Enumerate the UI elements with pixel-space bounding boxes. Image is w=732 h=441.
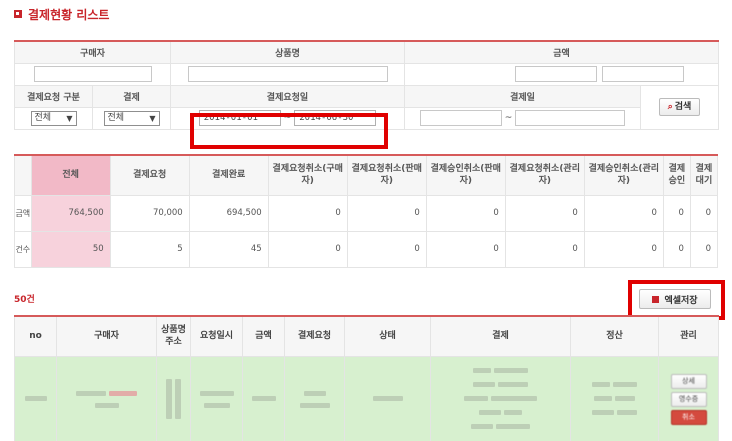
cancel-button[interactable]: 취소 xyxy=(670,409,707,425)
stats-cell: 70,000 xyxy=(109,194,190,232)
stats-cell: 0 xyxy=(425,194,506,232)
stats-header: 결제요청취소(관리자) xyxy=(504,154,585,196)
title-bullet-icon xyxy=(14,10,22,18)
detail-button[interactable]: 상세 xyxy=(670,373,707,389)
receipt-button[interactable]: 영수증 xyxy=(670,391,707,407)
blurred-buyer xyxy=(56,355,157,441)
stats-cell: 5 xyxy=(109,230,190,268)
stats-cell: 0 xyxy=(504,194,585,232)
stats-cell: 0 xyxy=(346,194,427,232)
stats-header: 결제승인취소(판매자) xyxy=(425,154,506,196)
stats-header: 결제완료 xyxy=(188,154,269,196)
stats-cell: 45 xyxy=(188,230,269,268)
stats-header: 전체 xyxy=(30,154,111,196)
blurred-payment xyxy=(430,355,571,441)
stats-table: 전체 결제요청 결제완료 결제요청취소(구매자) 결제요청취소(판매자) 결제승… xyxy=(14,154,719,268)
list-header-status: 상태 xyxy=(344,315,431,357)
list-header-manage: 관리 xyxy=(658,315,719,357)
stats-cell: 764,500 xyxy=(30,194,111,232)
request-date-header: 결제요청일 xyxy=(170,84,405,108)
stats-cell: 0 xyxy=(583,230,664,268)
list-header-amount: 금액 xyxy=(242,315,285,357)
list-header-request: 결제요청 xyxy=(284,315,345,357)
blurred-no xyxy=(14,355,57,441)
search-button-label: 검색 xyxy=(674,102,692,112)
stats-cell: 0 xyxy=(662,194,691,232)
blurred-status xyxy=(344,355,431,441)
request-type-header: 결제요청 구분 xyxy=(14,84,93,108)
stats-cell: 0 xyxy=(267,230,348,268)
table-row[interactable]: 상세 영수증 취소 xyxy=(14,355,719,441)
buyer-header: 구매자 xyxy=(14,40,171,64)
amount-to-input[interactable] xyxy=(601,66,684,82)
page-title-text: 결제현황 리스트 xyxy=(28,7,110,22)
list-header-request-time: 요청일시 xyxy=(190,315,243,357)
list-header-product: 상품명 주소 xyxy=(156,315,191,357)
product-header: 상품명 xyxy=(170,40,405,64)
blurred-request xyxy=(284,355,345,441)
search-button[interactable]: ⌕ 검색 xyxy=(658,98,701,116)
payment-date-from-input[interactable] xyxy=(419,110,502,126)
blurred-product xyxy=(156,355,191,441)
payment-list-table: no 구매자 상품명 주소 요청일시 금액 결제요청 상태 결제 정산 관리 상… xyxy=(14,315,719,441)
list-header-buyer: 구매자 xyxy=(56,315,157,357)
payment-date-separator: ~ xyxy=(504,113,513,123)
chevron-down-icon: ▼ xyxy=(66,113,73,123)
stats-cell: 50 xyxy=(30,230,111,268)
request-type-value: 전체 xyxy=(34,112,52,123)
stats-cell: 0 xyxy=(689,194,719,232)
stats-cell: 0 xyxy=(662,230,691,268)
product-input[interactable] xyxy=(187,66,388,82)
excel-highlight-box xyxy=(628,280,725,320)
page-title: 결제현황 리스트 xyxy=(14,6,109,22)
stats-header: 결제승인 xyxy=(662,154,691,196)
stats-header: 결제요청취소(판매자) xyxy=(346,154,427,196)
chevron-down-icon: ▼ xyxy=(149,113,156,123)
stats-header: 결제요청취소(구매자) xyxy=(267,154,348,196)
stats-cell: 694,500 xyxy=(188,194,269,232)
payment-date-to-input[interactable] xyxy=(515,110,626,126)
stats-cell: 0 xyxy=(267,194,348,232)
list-header-payment: 결제 xyxy=(430,315,571,357)
payment-header: 결제 xyxy=(92,84,171,108)
payment-type-value: 전체 xyxy=(107,112,125,123)
stats-cell: 0 xyxy=(504,230,585,268)
stats-header: 결제대기 xyxy=(689,154,719,196)
blurred-settlement xyxy=(570,355,659,441)
payment-type-select[interactable]: 전체 ▼ xyxy=(103,110,160,126)
stats-row-label: 금액 xyxy=(14,194,32,232)
blurred-request-time xyxy=(190,355,243,441)
amount-from-input[interactable] xyxy=(515,66,597,82)
date-highlight-box xyxy=(190,113,388,149)
list-header-no: no xyxy=(14,315,57,357)
search-icon: ⌕ xyxy=(667,102,673,112)
payment-date-header: 결제일 xyxy=(404,84,641,108)
stats-cell: 0 xyxy=(425,230,506,268)
stats-header: 결제승인취소(관리자) xyxy=(583,154,664,196)
stats-row-label: 건수 xyxy=(14,230,32,268)
manage-cell: 상세 영수증 취소 xyxy=(658,355,719,441)
blurred-amount xyxy=(242,355,285,441)
stats-header: 결제요청 xyxy=(109,154,190,196)
stats-cell: 0 xyxy=(583,194,664,232)
stats-cell: 0 xyxy=(689,230,719,268)
buyer-input[interactable] xyxy=(33,66,152,82)
stats-cell: 0 xyxy=(346,230,427,268)
stats-corner xyxy=(14,154,32,196)
amount-header: 금액 xyxy=(403,40,720,64)
result-count: 50건 xyxy=(14,295,35,305)
list-header-settlement: 정산 xyxy=(570,315,659,357)
request-type-select[interactable]: 전체 ▼ xyxy=(30,110,77,126)
